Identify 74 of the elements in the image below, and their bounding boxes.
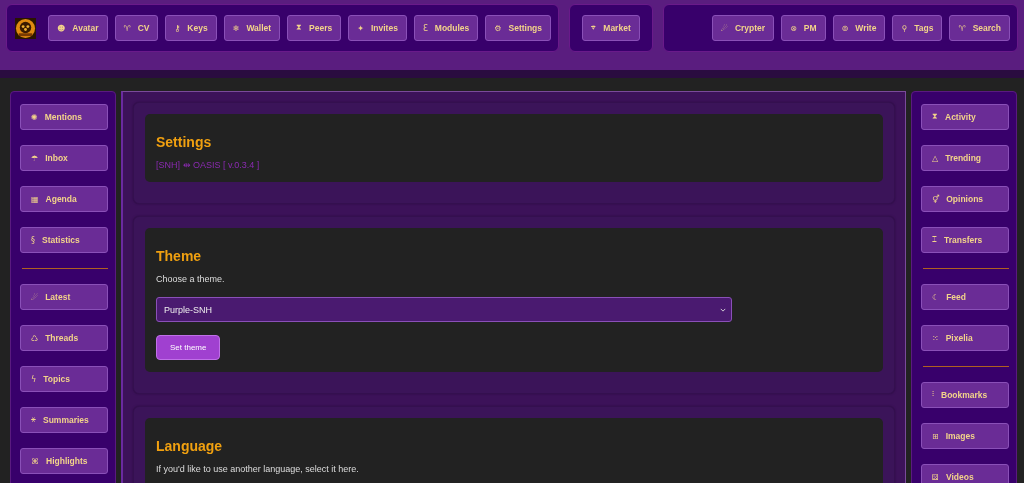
nav-button[interactable]: ⁙ Pixelia <box>921 325 1009 351</box>
nav-button[interactable]: ☄ Latest <box>20 284 108 310</box>
nav-icon: ⊗ <box>790 23 797 33</box>
nav-icon: ♈ <box>958 23 966 33</box>
nav-button[interactable]: ⚄ Videos <box>921 464 1009 483</box>
nav-icon: ⌖ <box>591 23 597 33</box>
nav-button[interactable]: ⌘ Highlights <box>20 448 108 474</box>
nav-icon: ☂ <box>31 153 39 163</box>
nav-button[interactable]: ❄ Wallet <box>223 15 281 41</box>
nav-button[interactable]: ⚲ Tags <box>892 15 943 41</box>
nav-icon: ⌘ <box>31 456 39 466</box>
nav-button[interactable]: § Statistics <box>20 227 108 253</box>
nav-icon: ⧗ <box>932 112 938 122</box>
nav-button[interactable]: ⊗ PM <box>781 15 826 41</box>
nav-button[interactable]: ⚥ Opinions <box>921 186 1009 212</box>
nav-button[interactable]: ✺ Mentions <box>20 104 108 130</box>
nav-button[interactable]: ⊞ Images <box>921 423 1009 449</box>
nav-icon: ⚷ <box>174 23 181 33</box>
nav-icon: △ <box>932 153 939 163</box>
nav-icon: ☾ <box>932 292 940 302</box>
nav-button[interactable]: ♈ CV <box>114 15 159 41</box>
nav-icon: ☄ <box>720 23 728 33</box>
section-title: Theme <box>156 248 203 264</box>
chevron-icon <box>720 307 726 312</box>
nav-icon: § <box>31 235 35 245</box>
nav-button[interactable]: ⚙ Settings <box>485 15 551 41</box>
nav-icon: ▦ <box>31 194 39 204</box>
section-description: If you'd like to use another language, select it here. <box>156 464 360 474</box>
logo-icon[interactable] <box>15 17 36 39</box>
nav-button[interactable]: ⫶ Bookmarks <box>921 382 1009 408</box>
nav-icon: ☻ <box>57 23 66 33</box>
nav-icon: ⌶ <box>932 235 937 245</box>
nav-icon: ⊞ <box>932 431 939 441</box>
nav-icon: ✦ <box>357 23 364 33</box>
nav-button[interactable]: Ɛ Modules <box>413 15 479 41</box>
set-theme-button[interactable]: Set theme <box>156 335 221 360</box>
nav-icon: ⧗ <box>296 23 303 33</box>
nav-icon: ☄ <box>31 292 39 302</box>
nav-button[interactable]: ♈ Search <box>949 15 1010 41</box>
nav-button[interactable]: ⧗ Activity <box>921 104 1009 130</box>
section-description: Choose a theme. <box>156 274 226 284</box>
nav-icon: Ɛ <box>422 23 428 33</box>
theme-select[interactable]: Purple-SNH <box>156 297 732 322</box>
nav-icon: ❄ <box>232 23 240 33</box>
nav-icon: ⫶ <box>932 390 934 400</box>
nav-icon: ⚙ <box>494 23 502 33</box>
nav-button[interactable]: ⧗ Peers <box>287 15 342 41</box>
nav-icon: ♈ <box>123 23 131 33</box>
nav-button[interactable]: ☄ Crypter <box>711 15 775 41</box>
nav-button[interactable]: ⌖ Market <box>582 15 640 41</box>
nav-button[interactable]: ✦ Invites <box>348 15 407 41</box>
nav-icon: ϟ <box>31 374 37 384</box>
nav-icon: ⚄ <box>932 472 939 482</box>
nav-icon: ⚥ <box>932 194 940 204</box>
version-text: [SNH] ⇹ OASIS [ v.0.3.4 ] <box>156 160 261 170</box>
nav-button[interactable]: △ Trending <box>921 145 1009 171</box>
nav-icon: ⊚ <box>841 23 849 33</box>
nav-button[interactable]: ⌶ Transfers <box>921 227 1009 253</box>
nav-icon: ⁙ <box>932 333 939 343</box>
nav-button[interactable]: ⊚ Write <box>832 15 886 41</box>
nav-button[interactable]: ⚹ Summaries <box>20 407 108 433</box>
nav-icon: ✺ <box>31 112 38 122</box>
nav-button[interactable]: ϟ Topics <box>20 366 108 392</box>
section-title: Settings <box>156 134 213 150</box>
nav-icon: ⚹ <box>31 415 36 425</box>
nav-button[interactable]: ☾ Feed <box>921 284 1009 310</box>
nav-button[interactable]: ⚷ Keys <box>165 15 217 41</box>
nav-icon: ⚲ <box>901 23 908 33</box>
section-title: Language <box>156 438 224 454</box>
nav-button[interactable]: ☂ Inbox <box>20 145 108 171</box>
nav-button[interactable]: ▦ Agenda <box>20 186 108 212</box>
nav-icon: ♺ <box>31 333 39 343</box>
nav-button[interactable]: ☻ Avatar <box>48 15 108 41</box>
nav-button[interactable]: ♺ Threads <box>20 325 108 351</box>
